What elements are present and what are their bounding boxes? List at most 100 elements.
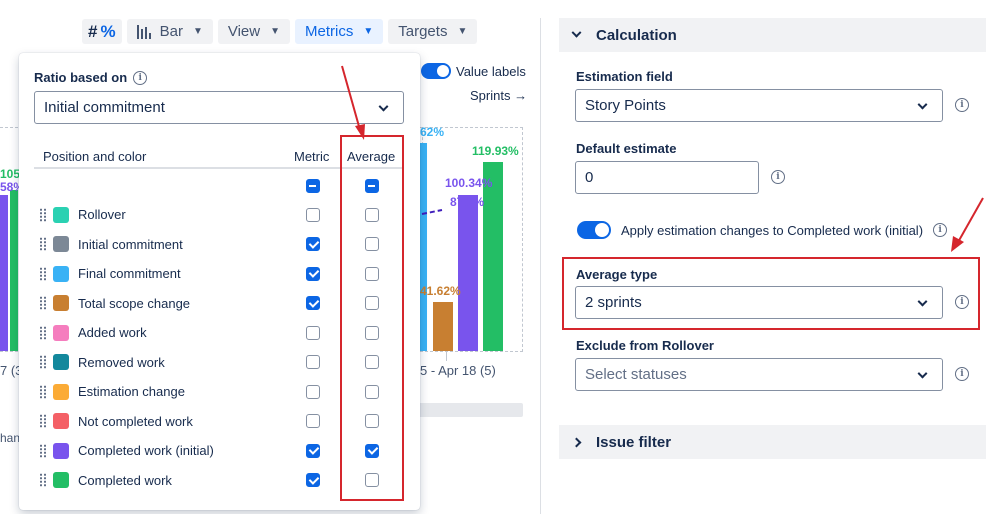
metric-checkbox[interactable]: [306, 473, 320, 487]
metric-checkbox[interactable]: [306, 207, 320, 222]
metric-checkbox[interactable]: [306, 296, 320, 310]
metric-checkbox[interactable]: [306, 325, 320, 340]
apply-estimation-label: Apply estimation changes to Completed wo…: [621, 222, 924, 238]
color-swatch[interactable]: [53, 295, 69, 311]
metric-checkbox[interactable]: [306, 355, 320, 369]
issue-filter-section-header[interactable]: Issue filter: [559, 425, 986, 459]
bar-value-label: 41.62%: [420, 284, 461, 298]
color-swatch[interactable]: [53, 413, 69, 429]
info-icon[interactable]: i: [771, 170, 785, 184]
drag-handle-icon[interactable]: [40, 473, 47, 487]
targets-dropdown[interactable]: Targets ▼: [388, 19, 478, 44]
metric-select-all-checkbox[interactable]: [306, 178, 320, 193]
color-swatch[interactable]: [53, 324, 69, 341]
metric-row-label: Rollover: [78, 207, 126, 222]
metric-row-label: Final commitment: [78, 266, 181, 281]
value-labels-switch[interactable]: [421, 63, 451, 79]
chevron-down-icon: [378, 101, 389, 112]
drag-handle-icon[interactable]: [40, 325, 47, 340]
apply-estimation-switch[interactable]: [577, 221, 611, 239]
bar-value-label: 87.5%: [450, 195, 485, 209]
bar-value-label: 119.93%: [472, 144, 519, 158]
annotation-highlight-average-type: [562, 257, 980, 330]
default-estimate-value: 0: [585, 169, 594, 186]
color-swatch[interactable]: [53, 354, 69, 370]
bar-final-commitment: [420, 143, 427, 351]
ratio-label-text: Ratio based on: [34, 70, 128, 85]
drag-handle-icon[interactable]: [40, 414, 47, 428]
bar-value-label: 62%: [420, 125, 445, 139]
drag-handle-icon[interactable]: [40, 207, 47, 222]
info-icon[interactable]: i: [955, 367, 969, 381]
drag-handle-icon[interactable]: [40, 355, 47, 369]
info-icon[interactable]: i: [955, 98, 969, 112]
drag-handle-icon[interactable]: [40, 443, 47, 458]
bar-value-label: 105: [0, 167, 21, 181]
metric-checkbox[interactable]: [306, 384, 320, 399]
average-line: [421, 209, 443, 215]
sprints-link[interactable]: Sprints →: [470, 88, 527, 103]
color-swatch[interactable]: [53, 236, 69, 252]
metrics-label: Metrics: [305, 23, 354, 40]
info-icon[interactable]: i: [133, 70, 148, 85]
number-percent-toggle[interactable]: # %: [82, 19, 122, 44]
metric-row-label: Initial commitment: [78, 236, 183, 252]
default-estimate-input[interactable]: 0: [575, 161, 759, 194]
color-swatch[interactable]: [53, 206, 69, 223]
annotation-arrow: [951, 197, 984, 252]
panel-divider: [540, 18, 541, 514]
chart-type-label: Bar: [159, 23, 183, 40]
metric-row-label: Added work: [78, 325, 147, 340]
metric-row-label: Completed work: [78, 472, 172, 488]
issue-filter-title: Issue filter: [596, 433, 672, 451]
metric-row-label: Estimation change: [78, 384, 185, 399]
exclude-rollover-label: Exclude from Rollover: [576, 338, 714, 353]
grid-line: [522, 127, 523, 352]
axis-label: 5 - Apr 18 (5): [420, 363, 496, 378]
metric-checkbox[interactable]: [306, 443, 320, 458]
value-labels-text: Value labels: [456, 63, 526, 79]
color-swatch[interactable]: [53, 383, 69, 400]
view-label: View: [227, 23, 261, 40]
metric-row-label: Total scope change: [78, 295, 191, 311]
axis-tick: [446, 351, 447, 361]
metric-checkbox[interactable]: [306, 237, 320, 251]
metric-checkbox[interactable]: [306, 266, 320, 281]
drag-handle-icon[interactable]: [40, 384, 47, 399]
exclude-rollover-select[interactable]: Select statuses: [575, 358, 943, 391]
hash-icon: #: [88, 21, 98, 41]
chevron-down-icon: [917, 368, 928, 379]
bar-chart-icon: [136, 24, 153, 39]
calculation-section-header[interactable]: Calculation: [559, 18, 986, 52]
drag-handle-icon[interactable]: [40, 266, 47, 281]
col-header-metric: Metric: [294, 149, 330, 164]
ratio-select-value: Initial commitment: [44, 99, 165, 116]
color-swatch[interactable]: [53, 442, 69, 459]
default-estimate-label: Default estimate: [576, 141, 677, 156]
value-labels-toggle[interactable]: Value labels: [421, 63, 526, 79]
metrics-dropdown[interactable]: Metrics ▼: [295, 19, 384, 44]
chart-scrollbar[interactable]: [410, 403, 523, 417]
bar-completed: [483, 162, 503, 351]
metric-checkbox[interactable]: [306, 414, 320, 428]
estimation-field-select[interactable]: Story Points: [575, 89, 943, 122]
color-swatch[interactable]: [53, 472, 69, 488]
drag-handle-icon[interactable]: [40, 237, 47, 251]
chevron-down-icon: ▼: [457, 26, 468, 37]
chart-type-dropdown[interactable]: Bar ▼: [126, 19, 213, 44]
chart-toolbar: # % Bar ▼ View ▼ Metrics ▼ Targets ▼: [82, 19, 478, 44]
bar-completed-initial: [458, 195, 478, 351]
metric-row-label: Completed work (initial): [78, 443, 214, 458]
chevron-down-icon: ▼: [270, 26, 280, 37]
bar-completed: [10, 190, 18, 351]
chevron-right-icon: [571, 437, 582, 447]
chevron-down-icon: [571, 27, 582, 38]
apply-estimation-toggle-row: Apply estimation changes to Completed wo…: [577, 221, 948, 239]
calculation-title: Calculation: [596, 26, 677, 44]
drag-handle-icon[interactable]: [40, 296, 47, 310]
ratio-based-on-label: Ratio based on i: [34, 70, 148, 85]
chevron-down-icon: ▼: [363, 26, 374, 37]
color-swatch[interactable]: [53, 265, 69, 282]
view-dropdown[interactable]: View ▼: [217, 19, 290, 44]
annotation-arrow: [341, 65, 365, 140]
